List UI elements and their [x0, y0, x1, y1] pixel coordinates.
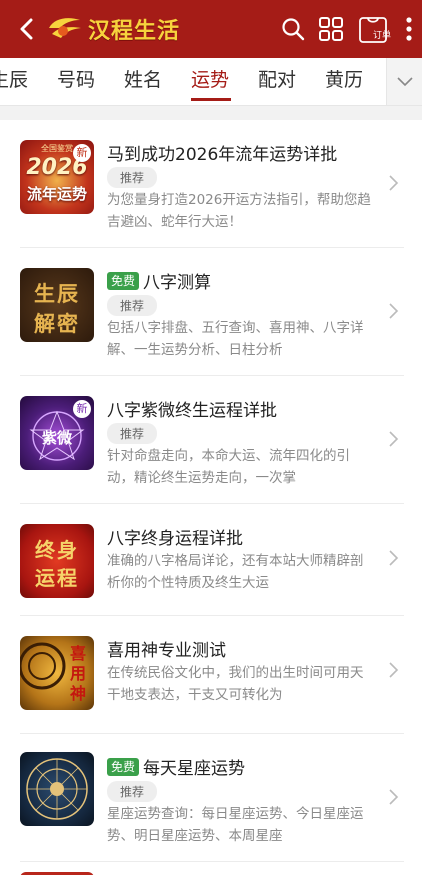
item-thumbnail: 全国鉴赏 2026 流年运势 新	[20, 140, 94, 214]
chevron-right-icon	[389, 431, 399, 447]
back-arrow-icon	[20, 18, 33, 40]
thumb-label-1: 紫微	[41, 429, 72, 447]
item-title-text: 八字测算	[143, 273, 212, 293]
chevron-down-icon	[396, 77, 413, 87]
app-logo: 汉程生活	[46, 13, 180, 45]
new-badge: 新	[73, 144, 91, 162]
new-badge: 新	[73, 400, 91, 418]
chevron-right-icon	[389, 662, 399, 678]
item-title-text: 每天星座运势	[143, 759, 246, 779]
thumb-label-2: 解密	[34, 312, 80, 336]
item-description: 星座运势查询：每日星座运势、今日星座运势、明日星座运势、本周星座	[107, 806, 364, 844]
tab-huangli[interactable]: 黄历	[325, 58, 363, 105]
order-button[interactable]: 订单	[350, 0, 396, 58]
item-title-text: 马到成功2026年流年运势详批	[107, 145, 338, 165]
item-thumbnail	[20, 752, 94, 826]
chevron-right-icon	[389, 550, 399, 566]
tab-xingming[interactable]: 姓名	[124, 58, 162, 105]
list-item[interactable]: 生辰 解密 免费 八字测算 推荐 包括八字排盘、五行查询、喜用神、八字详解、一生…	[0, 248, 422, 376]
item-title: 喜用神专业测试	[107, 636, 226, 661]
app-name: 汉程生活	[88, 19, 181, 44]
thumb-caption: 流年运势	[26, 185, 87, 203]
item-title-text: 喜用神专业测试	[107, 641, 226, 661]
list-item[interactable]: 终身 运程 八字终身运程详批 准确的八字格局详论，还有本站大师精辟剖析你的个性特…	[0, 504, 422, 616]
back-button[interactable]	[8, 0, 44, 58]
tab-shengchen[interactable]: 生辰	[0, 58, 28, 105]
recommend-tag: 推荐	[107, 781, 157, 802]
order-label: 订单	[372, 31, 391, 41]
more-button[interactable]	[396, 0, 422, 58]
recommend-tag: 推荐	[107, 295, 157, 316]
item-thumbnail: 喜用神	[20, 636, 94, 710]
chevron-right-icon	[389, 303, 399, 319]
item-description: 在传统民俗文化中，我们的出生时间可用天干地支表达，干支又可转化为	[107, 665, 364, 703]
item-title-text: 八字紫微终生运程详批	[107, 401, 277, 421]
recommend-tag: 推荐	[107, 167, 157, 188]
item-thumbnail: 终身 运程	[20, 524, 94, 598]
item-title: 八字紫微终生运程详批	[107, 396, 277, 421]
tabs-expand-button[interactable]	[386, 58, 422, 105]
list-item[interactable]: 紫微 新 八字紫微终生运程详批 推荐 针对命盘走向，本命大运、流年四化的引动，精…	[0, 376, 422, 504]
category-tabs: 生辰 号码 姓名 运势 配对 黄历	[0, 58, 422, 106]
item-title: 马到成功2026年流年运势详批	[107, 140, 337, 165]
tab-haoma[interactable]: 号码	[57, 58, 95, 105]
apps-button[interactable]	[312, 0, 350, 58]
divider	[20, 861, 404, 862]
item-title: 免费 每天星座运势	[107, 754, 245, 779]
item-description: 包括八字排盘、五行查询、喜用神、八字详解、一生运势分析、日柱分析	[107, 320, 364, 358]
item-title: 免费 八字测算	[107, 268, 211, 293]
list-item[interactable]: 免费 每天星座运势 推荐 星座运势查询：每日星座运势、今日星座运势、明日星座运势…	[0, 734, 422, 862]
item-title-text: 八字终身运程详批	[107, 529, 243, 549]
thumb-label-1: 喜用神	[69, 644, 86, 703]
thumb-label-1: 生辰	[34, 282, 80, 306]
free-badge: 免费	[107, 757, 140, 776]
item-title: 八字终身运程详批	[107, 524, 243, 549]
search-button[interactable]	[274, 0, 312, 58]
logo-icon	[49, 18, 81, 38]
thumb-label-1: 终身	[35, 538, 79, 562]
thumb-label-2: 运程	[35, 566, 79, 590]
grid-icon	[319, 17, 343, 41]
chevron-right-icon	[389, 175, 399, 191]
recommend-tag: 推荐	[107, 423, 157, 444]
more-vertical-icon	[406, 17, 412, 41]
active-tab-indicator	[191, 98, 231, 101]
item-thumbnail: 生辰 解密	[20, 268, 94, 342]
item-description: 为您量身打造2026开运方法指引，帮助您趋吉避凶、蛇年行大运！	[107, 192, 371, 230]
item-description: 准确的八字格局详论，还有本站大师精辟剖析你的个性特质及终生大运	[107, 553, 364, 591]
app-header: 汉程生活 订单	[0, 0, 422, 58]
zodiac-wheel-icon	[26, 758, 88, 820]
tab-peidui[interactable]: 配对	[258, 58, 296, 105]
list-item[interactable]: 全国鉴赏 2026 流年运势 新 马到成功2026年流年运势详批 推荐 为您量身…	[0, 120, 422, 248]
list-item[interactable]: 喜用神 喜用神专业测试 在传统民俗文化中，我们的出生时间可用天干地支表达，干支又…	[0, 616, 422, 734]
search-icon	[282, 18, 305, 41]
item-description: 针对命盘走向，本命大运、流年四化的引动，精论终生运势走向，一次掌	[107, 448, 350, 486]
fortune-service-list: 全国鉴赏 2026 流年运势 新 马到成功2026年流年运势详批 推荐 为您量身…	[0, 120, 422, 875]
chevron-right-icon	[389, 789, 399, 805]
free-badge: 免费	[107, 271, 140, 290]
item-thumbnail: 紫微 新	[20, 396, 94, 470]
